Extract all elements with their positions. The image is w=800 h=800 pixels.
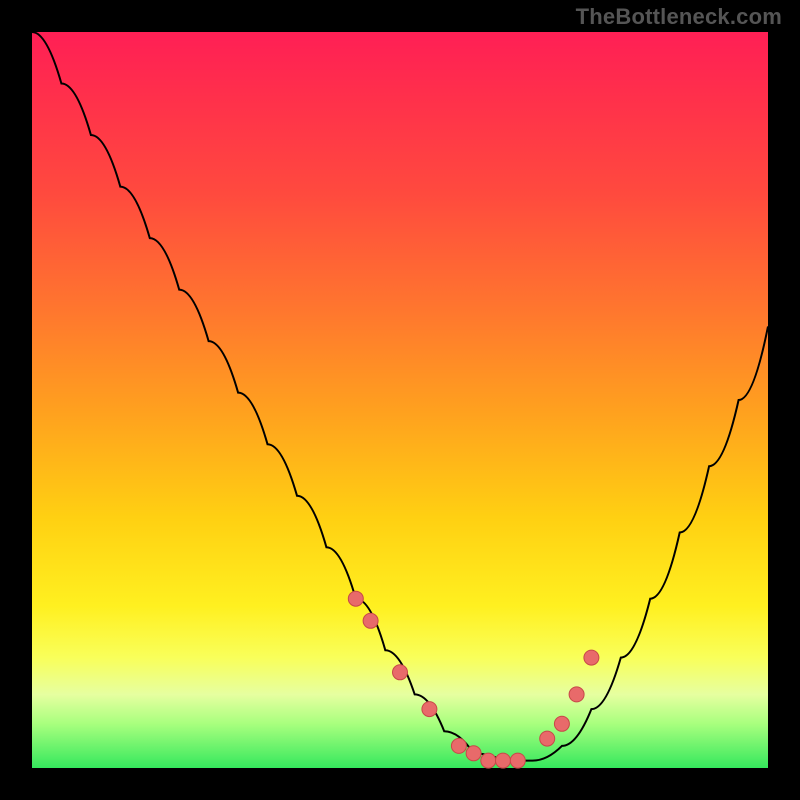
- curve-marker: [451, 738, 466, 753]
- curve-marker: [348, 591, 363, 606]
- curve-markers: [348, 591, 599, 768]
- curve-marker: [363, 613, 378, 628]
- curve-marker: [540, 731, 555, 746]
- curve-marker: [496, 753, 511, 768]
- watermark-text: TheBottleneck.com: [576, 4, 782, 30]
- curve-marker: [422, 702, 437, 717]
- frame: TheBottleneck.com: [0, 0, 800, 800]
- curve-marker: [393, 665, 408, 680]
- curve-marker: [481, 753, 496, 768]
- curve-marker: [584, 650, 599, 665]
- curve-marker: [510, 753, 525, 768]
- plot-area: [32, 32, 768, 768]
- chart-svg: [32, 32, 768, 768]
- curve-marker: [569, 687, 584, 702]
- curve-marker: [466, 746, 481, 761]
- bottleneck-curve: [32, 32, 768, 761]
- curve-marker: [554, 716, 569, 731]
